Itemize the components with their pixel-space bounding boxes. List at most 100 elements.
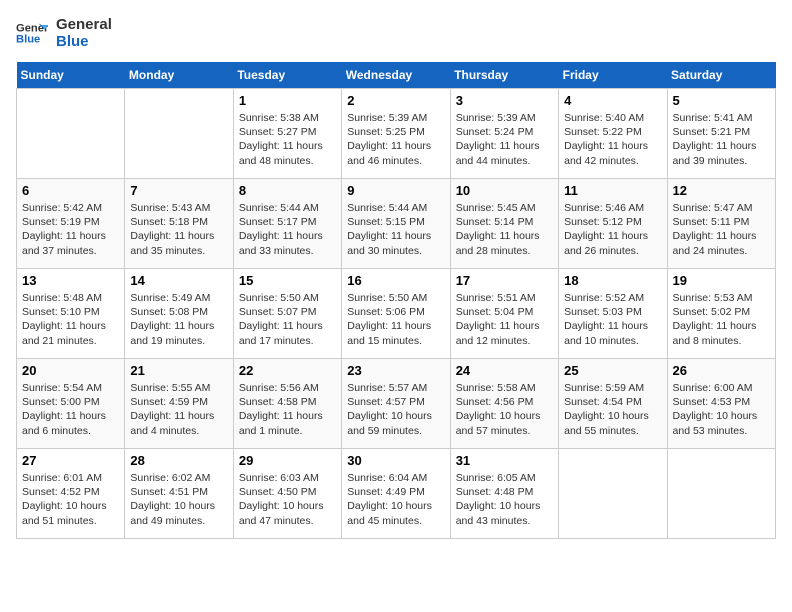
day-info: Sunrise: 5:58 AMSunset: 4:56 PMDaylight:… [456,381,553,438]
logo-blue: Blue [56,33,112,50]
day-info: Sunrise: 5:48 AMSunset: 5:10 PMDaylight:… [22,291,119,348]
sunrise-text: Sunrise: 5:59 AM [564,382,644,394]
sunrise-text: Sunrise: 5:50 AM [239,292,319,304]
day-info: Sunrise: 5:39 AMSunset: 5:24 PMDaylight:… [456,111,553,168]
sunrise-text: Sunrise: 5:47 AM [673,202,753,214]
daylight-text: Daylight: 11 hours and 10 minutes. [564,320,648,346]
day-info: Sunrise: 5:56 AMSunset: 4:58 PMDaylight:… [239,381,336,438]
sunrise-text: Sunrise: 5:44 AM [347,202,427,214]
day-number: 11 [564,183,661,198]
sunrise-text: Sunrise: 5:43 AM [130,202,210,214]
column-header-tuesday: Tuesday [233,62,341,89]
calendar-cell: 14Sunrise: 5:49 AMSunset: 5:08 PMDayligh… [125,269,233,359]
day-info: Sunrise: 5:45 AMSunset: 5:14 PMDaylight:… [456,201,553,258]
daylight-text: Daylight: 11 hours and 48 minutes. [239,140,323,166]
calendar-header-row: SundayMondayTuesdayWednesdayThursdayFrid… [17,62,776,89]
logo: General Blue General Blue [16,16,112,50]
daylight-text: Daylight: 11 hours and 1 minute. [239,410,323,436]
daylight-text: Daylight: 11 hours and 44 minutes. [456,140,540,166]
daylight-text: Daylight: 10 hours and 59 minutes. [347,410,432,436]
daylight-text: Daylight: 11 hours and 8 minutes. [673,320,757,346]
sunset-text: Sunset: 5:03 PM [564,306,642,318]
calendar-body: 1 Sunrise: 5:38 AM Sunset: 5:27 PM Daylight… [17,89,776,539]
day-info: Sunrise: 6:01 AMSunset: 4:52 PMDaylight:… [22,471,119,528]
sunset-text: Sunset: 5:04 PM [456,306,534,318]
sunrise-text: Sunrise: 5:45 AM [456,202,536,214]
column-header-thursday: Thursday [450,62,558,89]
calendar-cell: 25Sunrise: 5:59 AMSunset: 4:54 PMDayligh… [559,359,667,449]
column-header-friday: Friday [559,62,667,89]
sunset-text: Sunset: 5:08 PM [130,306,208,318]
day-number: 21 [130,363,227,378]
svg-text:General: General [16,22,48,34]
daylight-text: Daylight: 10 hours and 51 minutes. [22,500,107,526]
day-info: Sunrise: 5:43 AMSunset: 5:18 PMDaylight:… [130,201,227,258]
sunset-text: Sunset: 4:52 PM [22,486,100,498]
sunrise-text: Sunrise: 5:42 AM [22,202,102,214]
daylight-text: Daylight: 11 hours and 33 minutes. [239,230,323,256]
day-info: Sunrise: 5:49 AMSunset: 5:08 PMDaylight:… [130,291,227,348]
daylight-text: Daylight: 11 hours and 12 minutes. [456,320,540,346]
calendar-cell: 13Sunrise: 5:48 AMSunset: 5:10 PMDayligh… [17,269,125,359]
sunrise-text: Sunrise: 5:51 AM [456,292,536,304]
calendar-cell: 12Sunrise: 5:47 AMSunset: 5:11 PMDayligh… [667,179,775,269]
daylight-text: Daylight: 11 hours and 35 minutes. [130,230,214,256]
daylight-text: Daylight: 10 hours and 53 minutes. [673,410,758,436]
page-header: General Blue General Blue [16,16,776,50]
day-info: Sunrise: 5:54 AMSunset: 5:00 PMDaylight:… [22,381,119,438]
sunset-text: Sunset: 5:27 PM [239,126,317,138]
daylight-text: Daylight: 11 hours and 15 minutes. [347,320,431,346]
daylight-text: Daylight: 11 hours and 6 minutes. [22,410,106,436]
day-number: 20 [22,363,119,378]
day-number: 4 [564,93,661,108]
column-header-sunday: Sunday [17,62,125,89]
calendar-cell: 9 Sunrise: 5:44 AMSunset: 5:15 PMDaylight… [342,179,450,269]
sunset-text: Sunset: 5:00 PM [22,396,100,408]
daylight-text: Daylight: 10 hours and 45 minutes. [347,500,432,526]
sunset-text: Sunset: 5:19 PM [22,216,100,228]
sunset-text: Sunset: 5:11 PM [673,216,750,228]
day-number: 29 [239,453,336,468]
sunset-text: Sunset: 5:07 PM [239,306,317,318]
sunset-text: Sunset: 4:53 PM [673,396,751,408]
sunset-text: Sunset: 4:58 PM [239,396,317,408]
column-header-monday: Monday [125,62,233,89]
sunrise-text: Sunrise: 5:50 AM [347,292,427,304]
daylight-text: Daylight: 10 hours and 47 minutes. [239,500,324,526]
day-number: 9 [347,183,444,198]
day-info: Sunrise: 5:50 AMSunset: 5:07 PMDaylight:… [239,291,336,348]
sunrise-text: Sunrise: 5:41 AM [673,112,753,124]
calendar-cell [17,89,125,179]
sunrise-text: Sunrise: 5:39 AM [347,112,427,124]
day-info: Sunrise: 5:44 AMSunset: 5:15 PMDaylight:… [347,201,444,258]
sunset-text: Sunset: 5:24 PM [456,126,534,138]
day-number: 3 [456,93,553,108]
day-number: 5 [673,93,770,108]
calendar-cell: 31Sunrise: 6:05 AMSunset: 4:48 PMDayligh… [450,449,558,539]
calendar-cell: 20 Sunrise: 5:54 AMSunset: 5:00 PMDayligh… [17,359,125,449]
sunset-text: Sunset: 4:59 PM [130,396,208,408]
calendar-week-2: 6Sunrise: 5:42 AMSunset: 5:19 PMDaylight… [17,179,776,269]
daylight-text: Daylight: 10 hours and 55 minutes. [564,410,649,436]
daylight-text: Daylight: 10 hours and 43 minutes. [456,500,541,526]
day-info: Sunrise: 5:51 AM Sunset: 5:04 PM Daylight:… [456,291,553,348]
day-number: 1 [239,93,336,108]
day-info: Sunrise: 5:57 AMSunset: 4:57 PMDaylight:… [347,381,444,438]
daylight-text: Daylight: 10 hours and 49 minutes. [130,500,215,526]
sunset-text: Sunset: 5:22 PM [564,126,642,138]
day-info: Sunrise: 5:59 AMSunset: 4:54 PMDaylight:… [564,381,661,438]
sunset-text: Sunset: 5:25 PM [347,126,425,138]
day-info: Sunrise: 5:44 AMSunset: 5:17 PMDaylight:… [239,201,336,258]
day-number: 30 [347,453,444,468]
calendar-cell: 4Sunrise: 5:40 AMSunset: 5:22 PMDaylight… [559,89,667,179]
sunrise-text: Sunrise: 5:57 AM [347,382,427,394]
sunrise-text: Sunrise: 5:48 AM [22,292,102,304]
sunrise-text: Sunrise: 5:38 AM [239,112,319,124]
daylight-text: Daylight: 11 hours and 26 minutes. [564,230,648,256]
daylight-text: Daylight: 11 hours and 28 minutes. [456,230,540,256]
day-number: 26 [673,363,770,378]
day-info: Sunrise: 5:41 AMSunset: 5:21 PMDaylight:… [673,111,770,168]
calendar-cell: 23Sunrise: 5:57 AMSunset: 4:57 PMDayligh… [342,359,450,449]
day-number: 10 [456,183,553,198]
column-header-saturday: Saturday [667,62,775,89]
